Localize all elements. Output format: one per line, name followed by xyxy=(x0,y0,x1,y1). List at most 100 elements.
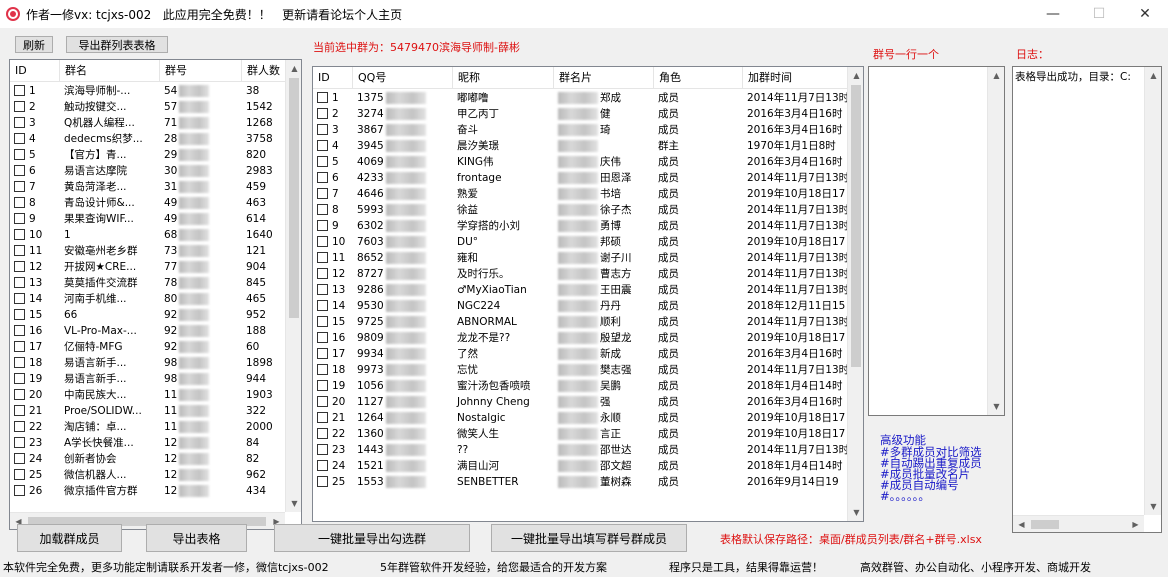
row-checkbox[interactable] xyxy=(14,324,25,336)
row-checkbox[interactable] xyxy=(317,203,328,215)
table-row[interactable]: 7 黄岛菏泽老... 31 459 xyxy=(10,179,286,195)
table-row[interactable]: 1 滨海导师制-... 54 38 xyxy=(10,83,286,99)
table-row[interactable]: 18 易语言新手... 98 1898 xyxy=(10,355,286,371)
group-list[interactable]: ID 群名 群号 群人数 1 滨海导师制-... 54 38 2 触动按键交... 57 15… xyxy=(9,59,302,530)
row-checkbox[interactable] xyxy=(317,459,328,471)
log-textarea[interactable]: 表格导出成功，目录：C: ▲ ▼ ◀ ▶ xyxy=(1012,66,1162,533)
table-row[interactable]: 20 中南民族大... 11 1903 xyxy=(10,387,286,403)
row-checkbox[interactable] xyxy=(317,363,328,375)
row-checkbox[interactable] xyxy=(14,116,25,128)
row-checkbox[interactable] xyxy=(14,196,25,208)
row-checkbox[interactable] xyxy=(317,427,328,439)
row-checkbox[interactable] xyxy=(317,107,328,119)
table-row[interactable]: 14 9530 NGC224 丹丹 成员 2018年12月11日15 xyxy=(313,298,848,314)
batch-export-filled-button[interactable]: 一键批量导出填写群号群成员 xyxy=(491,524,687,552)
row-checkbox[interactable] xyxy=(317,299,328,311)
scroll-up-arrow-icon[interactable]: ▲ xyxy=(286,60,301,77)
table-row[interactable]: 25 微信机器人... 12 962 xyxy=(10,467,286,483)
table-row[interactable]: 20 1127 Johnny Cheng 强 成员 2016年3月4日16时 xyxy=(313,394,848,410)
table-row[interactable]: 19 易语言新手... 98 944 xyxy=(10,371,286,387)
table-row[interactable]: 2 触动按键交... 57 1542 xyxy=(10,99,286,115)
row-checkbox[interactable] xyxy=(14,292,25,304)
scroll-thumb[interactable] xyxy=(1031,520,1059,529)
table-row[interactable]: 24 创新者协会 12 82 xyxy=(10,451,286,467)
table-row[interactable]: 21 Proe/SOLIDW... 11 322 xyxy=(10,403,286,419)
column-header-qq[interactable]: QQ号 xyxy=(353,67,453,89)
scroll-left-arrow-icon[interactable]: ◀ xyxy=(1013,516,1030,532)
member-list-vscrollbar[interactable]: ▲ ▼ xyxy=(847,67,863,521)
row-checkbox[interactable] xyxy=(317,251,328,263)
table-row[interactable]: 22 淘店铺：卓... 11 2000 xyxy=(10,419,286,435)
table-row[interactable]: 10 1 68 1640 xyxy=(10,227,286,243)
table-row[interactable]: 18 9973 忘忧 樊志强 成员 2014年11月7日13时 xyxy=(313,362,848,378)
row-checkbox[interactable] xyxy=(14,228,25,240)
row-checkbox[interactable] xyxy=(14,180,25,192)
table-row[interactable]: 8 5993 徐益 徐子杰 成员 2014年11月7日13时 xyxy=(313,202,848,218)
row-checkbox[interactable] xyxy=(14,84,25,96)
table-row[interactable]: 11 8652 雍和 谢子川 成员 2014年11月7日13时 xyxy=(313,250,848,266)
row-checkbox[interactable] xyxy=(14,164,25,176)
row-checkbox[interactable] xyxy=(317,331,328,343)
column-header-role[interactable]: 角色 xyxy=(654,67,743,89)
table-row[interactable]: 4 3945 晨汐美璟 群主 1970年1月1日8时 xyxy=(313,138,848,154)
table-row[interactable]: 23 1443?? 邵世达 成员 2014年11月7日13时 xyxy=(313,442,848,458)
row-checkbox[interactable] xyxy=(317,187,328,199)
table-row[interactable]: 5 4069 KING伟 庆伟 成员 2016年3月4日16时 xyxy=(313,154,848,170)
row-checkbox[interactable] xyxy=(14,420,25,432)
table-row[interactable]: 15 66 92 952 xyxy=(10,307,286,323)
scroll-down-arrow-icon[interactable]: ▼ xyxy=(286,495,301,512)
table-row[interactable]: 4 dedecms织梦... 28 3758 xyxy=(10,131,286,147)
row-checkbox[interactable] xyxy=(14,452,25,464)
member-list[interactable]: ID QQ号 昵称 群名片 角色 加群时间 1 1375 嘟嘟噜 郑成 成员 2014年1… xyxy=(312,66,864,522)
log-hscrollbar[interactable]: ◀ ▶ xyxy=(1013,515,1144,532)
table-row[interactable]: 3 Q机器人编程... 71 1268 xyxy=(10,115,286,131)
row-checkbox[interactable] xyxy=(14,244,25,256)
export-group-list-button[interactable]: 导出群列表表格 xyxy=(66,36,168,53)
group-input-vscrollbar[interactable]: ▲ ▼ xyxy=(987,67,1004,415)
table-row[interactable]: 26 微京插件官方群 12 434 xyxy=(10,483,286,499)
table-row[interactable]: 13 9286 ♂MyXiaoTian 王田震 成员 2014年11月7日13时 xyxy=(313,282,848,298)
group-list-vscrollbar[interactable]: ▲ ▼ xyxy=(285,60,301,512)
table-row[interactable]: 6 易语言达摩院 30 2983 xyxy=(10,163,286,179)
table-row[interactable]: 14 河南手机维... 80 465 xyxy=(10,291,286,307)
scroll-down-arrow-icon[interactable]: ▼ xyxy=(848,504,863,521)
row-checkbox[interactable] xyxy=(317,379,328,391)
row-checkbox[interactable] xyxy=(14,132,25,144)
row-checkbox[interactable] xyxy=(14,276,25,288)
column-header-member-count[interactable]: 群人数 xyxy=(242,60,286,82)
row-checkbox[interactable] xyxy=(317,475,328,487)
row-checkbox[interactable] xyxy=(317,267,328,279)
table-row[interactable]: 5 【官方】青... 29 820 xyxy=(10,147,286,163)
batch-export-checked-button[interactable]: 一键批量导出勾选群 xyxy=(274,524,470,552)
column-header-join-time[interactable]: 加群时间 xyxy=(743,67,848,89)
row-checkbox[interactable] xyxy=(317,283,328,295)
table-row[interactable]: 1 1375 嘟嘟噜 郑成 成员 2014年11月7日13时 xyxy=(313,90,848,106)
row-checkbox[interactable] xyxy=(14,356,25,368)
row-checkbox[interactable] xyxy=(14,372,25,384)
scroll-up-arrow-icon[interactable]: ▲ xyxy=(848,67,863,84)
table-row[interactable]: 25 1553 SENBETTER 董树森 成员 2016年9月14日19 xyxy=(313,474,848,490)
row-checkbox[interactable] xyxy=(14,404,25,416)
table-row[interactable]: 12 开拔网★CRE... 77 904 xyxy=(10,259,286,275)
scroll-down-arrow-icon[interactable]: ▼ xyxy=(1145,498,1161,515)
table-row[interactable]: 8 青岛设计师&... 49 463 xyxy=(10,195,286,211)
row-checkbox[interactable] xyxy=(14,260,25,272)
scroll-down-arrow-icon[interactable]: ▼ xyxy=(988,398,1004,415)
row-checkbox[interactable] xyxy=(317,155,328,167)
log-vscrollbar[interactable]: ▲ ▼ xyxy=(1144,67,1161,515)
row-checkbox[interactable] xyxy=(317,443,328,455)
row-checkbox[interactable] xyxy=(14,212,25,224)
row-checkbox[interactable] xyxy=(317,315,328,327)
column-header-nickname[interactable]: 昵称 xyxy=(453,67,554,89)
table-row[interactable]: 23 A学长快餐准... 12 84 xyxy=(10,435,286,451)
column-header-group-number[interactable]: 群号 xyxy=(160,60,242,82)
table-row[interactable]: 10 7603 DU° 邦硕 成员 2019年10月18日17 xyxy=(313,234,848,250)
table-row[interactable]: 16 VL-Pro-Max-... 92 188 xyxy=(10,323,286,339)
table-row[interactable]: 16 9809 龙龙不是?? 殷望龙 成员 2019年10月18日17 xyxy=(313,330,848,346)
row-checkbox[interactable] xyxy=(317,171,328,183)
table-row[interactable]: 9 果果查询WIF... 49 614 xyxy=(10,211,286,227)
row-checkbox[interactable] xyxy=(317,123,328,135)
table-row[interactable]: 21 1264 Nostalgic 永顺 成员 2019年10月18日17 xyxy=(313,410,848,426)
table-row[interactable]: 15 9725 ABNORMAL 顺利 成员 2014年11月7日13时 xyxy=(313,314,848,330)
minimize-button[interactable]: — xyxy=(1030,0,1076,28)
